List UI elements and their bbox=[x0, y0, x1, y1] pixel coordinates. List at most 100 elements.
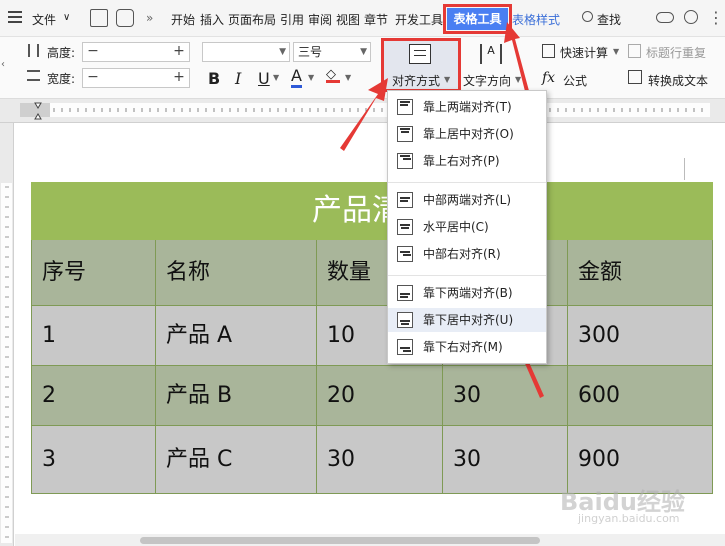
align-menu-item[interactable]: 靠下居中对齐(U) bbox=[388, 308, 546, 332]
ribbon-scroll-left-icon[interactable]: ‹ bbox=[1, 59, 5, 70]
table-cell[interactable]: 30 bbox=[317, 426, 443, 494]
align-menu-item-label: 中部两端对齐(L) bbox=[423, 193, 512, 207]
table-cell[interactable]: 300 bbox=[568, 306, 713, 366]
text-align-icon bbox=[397, 153, 413, 169]
italic-button[interactable]: I bbox=[235, 69, 241, 88]
tab-table-style[interactable]: 表格样式 bbox=[512, 11, 560, 28]
align-menu-item[interactable]: 靠下右对齐(M) bbox=[388, 335, 546, 359]
table-cell[interactable]: 30 bbox=[443, 366, 568, 426]
align-menu-item[interactable]: 靠上居中对齐(O) bbox=[388, 122, 546, 146]
align-menu-item-label: 靠下右对齐(M) bbox=[423, 340, 503, 354]
highlight-icon[interactable]: ◇ bbox=[326, 68, 340, 83]
table-cell[interactable]: 2 bbox=[31, 366, 156, 426]
table-header-cell[interactable]: 名称 bbox=[156, 240, 317, 306]
quick-calc-button[interactable]: 快速计算 bbox=[560, 44, 608, 61]
width-plus-button[interactable]: + bbox=[169, 69, 189, 87]
menu-icon-mid bbox=[8, 16, 22, 18]
text-direction-icon[interactable]: A bbox=[480, 44, 502, 64]
font-color-button[interactable]: A bbox=[291, 67, 302, 88]
chevron-down-icon[interactable]: ▼ bbox=[613, 47, 619, 56]
align-menu-item-label: 靠上居中对齐(O) bbox=[423, 127, 514, 141]
menu-bar: 文件 ∨ » 开始 插入 页面布局 引用 审阅 视图 章节 开发工具 表格工具 … bbox=[0, 0, 725, 37]
highlight-table-tools-tab bbox=[443, 4, 512, 34]
height-stepper[interactable]: − + bbox=[82, 42, 190, 62]
watermark-url: jingyan.baidu.com bbox=[578, 512, 680, 525]
bold-button[interactable]: B bbox=[208, 69, 220, 88]
search-button[interactable]: 查找 bbox=[597, 11, 621, 28]
align-menu-item[interactable]: 中部右对齐(R) bbox=[388, 242, 546, 266]
save-icon[interactable] bbox=[90, 9, 108, 27]
chevron-down-icon[interactable]: ▼ bbox=[273, 73, 279, 82]
horizontal-ruler[interactable] bbox=[0, 99, 725, 123]
page-corner-mark bbox=[684, 158, 685, 180]
align-menu-item[interactable]: 靠上右对齐(P) bbox=[388, 149, 546, 173]
height-label: 高度: bbox=[47, 46, 76, 60]
chevron-down-icon[interactable]: ∨ bbox=[63, 12, 70, 23]
table-cell[interactable]: 30 bbox=[443, 426, 568, 494]
repeat-header-button[interactable]: 标题行重复 bbox=[646, 44, 706, 61]
table-cell[interactable]: 600 bbox=[568, 366, 713, 426]
width-stepper[interactable]: − + bbox=[82, 68, 190, 88]
table-cell[interactable]: 20 bbox=[317, 366, 443, 426]
chevron-down-icon[interactable]: ▼ bbox=[308, 73, 314, 82]
table-title[interactable]: 产品清单 bbox=[31, 182, 713, 240]
formula-button[interactable]: 公式 bbox=[563, 72, 587, 89]
height-minus-button[interactable]: − bbox=[83, 43, 103, 61]
ruler-ticks bbox=[20, 102, 710, 120]
file-menu[interactable]: 文件 bbox=[32, 11, 56, 28]
more-icon[interactable]: ⋮ bbox=[708, 8, 724, 27]
text-align-icon bbox=[397, 339, 413, 355]
vertical-ruler[interactable] bbox=[0, 123, 14, 546]
formula-icon: fx bbox=[542, 70, 556, 86]
align-menu-item[interactable]: 中部两端对齐(L) bbox=[388, 188, 546, 212]
width-label: 宽度: bbox=[47, 72, 76, 86]
align-menu-item-label: 靠上两端对齐(T) bbox=[423, 100, 512, 114]
share-icon[interactable] bbox=[684, 10, 698, 24]
align-menu-item-label: 靠上右对齐(P) bbox=[423, 154, 500, 168]
tab-section[interactable]: 章节 bbox=[364, 11, 388, 28]
text-align-icon bbox=[397, 246, 413, 262]
font-size-select[interactable]: 三号 ▼ bbox=[293, 42, 371, 62]
tab-page-layout[interactable]: 页面布局 bbox=[228, 11, 276, 28]
height-plus-button[interactable]: + bbox=[169, 43, 189, 61]
table-cell[interactable]: 1 bbox=[31, 306, 156, 366]
column-width-icon bbox=[27, 70, 40, 81]
align-menu-item[interactable]: 水平居中(C) bbox=[388, 215, 546, 239]
horizontal-scrollbar[interactable] bbox=[15, 534, 725, 546]
print-icon[interactable] bbox=[116, 9, 134, 27]
align-menu-item[interactable]: 靠下两端对齐(B) bbox=[388, 281, 546, 305]
table-cell[interactable]: 3 bbox=[31, 426, 156, 494]
tab-insert[interactable]: 插入 bbox=[200, 11, 224, 28]
text-align-icon bbox=[397, 99, 413, 115]
table-cell[interactable]: 产品 A bbox=[156, 306, 317, 366]
convert-to-text-button[interactable]: 转换成文本 bbox=[648, 72, 708, 89]
underline-button[interactable]: U bbox=[258, 69, 270, 88]
table-header-cell[interactable]: 金额 bbox=[568, 240, 713, 306]
tab-view[interactable]: 视图 bbox=[336, 11, 360, 28]
cloud-icon[interactable] bbox=[656, 12, 674, 23]
scrollbar-thumb[interactable] bbox=[140, 537, 540, 544]
align-menu-item-label: 中部右对齐(R) bbox=[423, 247, 501, 261]
menu-separator bbox=[388, 182, 546, 183]
text-align-icon bbox=[397, 126, 413, 142]
chevron-down-icon[interactable]: ▼ bbox=[515, 75, 521, 84]
font-family-select[interactable]: ▼ bbox=[202, 42, 290, 62]
tab-developer[interactable]: 开发工具 bbox=[395, 11, 443, 28]
align-menu-item[interactable]: 靠上两端对齐(T) bbox=[388, 95, 546, 119]
table-header-cell[interactable]: 序号 bbox=[31, 240, 156, 306]
tab-review[interactable]: 审阅 bbox=[308, 11, 332, 28]
convert-text-icon bbox=[628, 70, 642, 84]
chevron-down-icon[interactable]: ▼ bbox=[345, 73, 351, 82]
text-align-icon bbox=[397, 312, 413, 328]
table-cell[interactable]: 产品 C bbox=[156, 426, 317, 494]
vruler-ticks bbox=[1, 183, 12, 543]
text-direction-button[interactable]: 文字方向 bbox=[463, 72, 511, 89]
align-menu-item-label: 靠下居中对齐(U) bbox=[423, 313, 514, 327]
width-minus-button[interactable]: − bbox=[83, 69, 103, 87]
toolbar-overflow-icon[interactable]: » bbox=[146, 11, 153, 25]
tab-references[interactable]: 引用 bbox=[280, 11, 304, 28]
search-icon[interactable] bbox=[582, 11, 593, 22]
tab-home[interactable]: 开始 bbox=[171, 11, 195, 28]
table-cell[interactable]: 产品 B bbox=[156, 366, 317, 426]
align-menu-item-label: 水平居中(C) bbox=[423, 220, 489, 234]
